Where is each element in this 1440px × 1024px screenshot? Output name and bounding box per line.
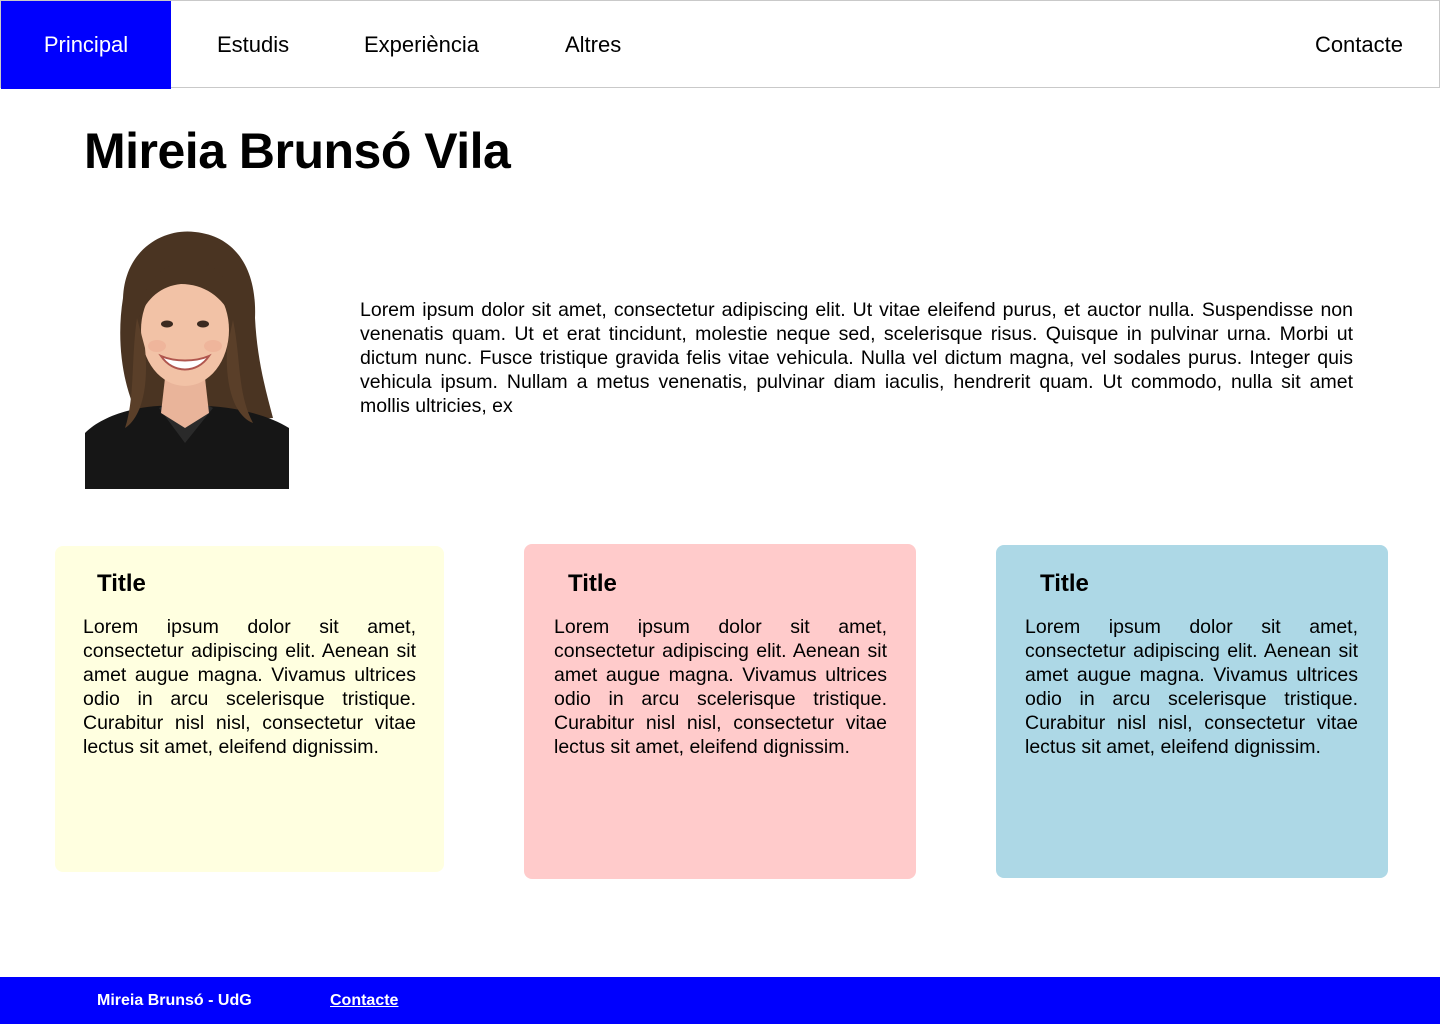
nav-item-experiencia[interactable]: Experiència [364, 1, 479, 89]
footer-name: Mireia Brunsó - UdG [97, 992, 252, 1009]
card-title-2: Title [568, 570, 617, 597]
card-text-3: Lorem ipsum dolor sit amet, consectetur … [1025, 616, 1358, 758]
card-text-1: Lorem ipsum dolor sit amet, consectetur … [83, 616, 416, 758]
nav-item-altres[interactable]: Altres [565, 1, 621, 89]
nav-item-contacte[interactable]: Contacte [1315, 1, 1403, 89]
portrait-illustration [85, 228, 289, 489]
card-text-2: Lorem ipsum dolor sit amet, consectetur … [554, 616, 887, 758]
nav-item-principal[interactable]: Principal [1, 1, 171, 89]
page-title: Mireia Brunsó Vila [84, 123, 511, 179]
bio-paragraph: Lorem ipsum dolor sit amet, consectetur … [360, 299, 1353, 417]
card-title-1: Title [97, 570, 146, 597]
nav-item-estudis[interactable]: Estudis [217, 1, 289, 89]
top-nav: Principal Estudis Experiència Altres Con… [0, 0, 1440, 89]
footer-contact-link[interactable]: Contacte [330, 977, 398, 1024]
card-title-3: Title [1040, 570, 1089, 597]
footer: Mireia Brunsó - UdG Contacte [0, 977, 1440, 1024]
profile-photo [85, 228, 289, 489]
